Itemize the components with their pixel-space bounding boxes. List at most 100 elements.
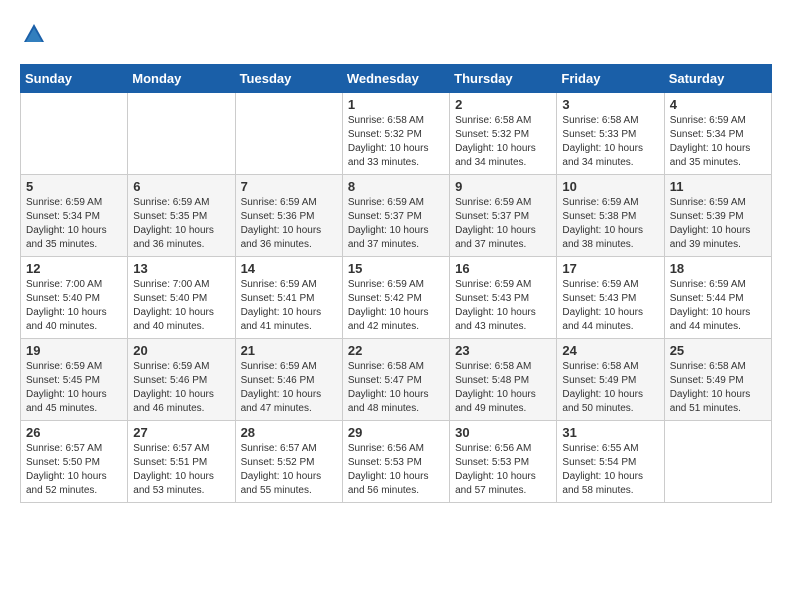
day-header-wednesday: Wednesday [342,65,449,93]
day-number: 10 [562,179,658,194]
calendar-week-1: 1 Sunrise: 6:58 AM Sunset: 5:32 PM Daylig… [21,93,772,175]
calendar-cell: 2 Sunrise: 6:58 AM Sunset: 5:32 PM Daylig… [450,93,557,175]
day-number: 15 [348,261,444,276]
calendar-cell: 18Sunrise: 6:59 AM Sunset: 5:44 PM Dayli… [664,257,771,339]
calendar-cell [235,93,342,175]
day-info: Sunrise: 6:59 AM Sunset: 5:44 PM Dayligh… [670,278,766,334]
day-info: Sunrise: 6:58 AM Sunset: 5:32 PM Dayligh… [455,114,551,170]
day-header-sunday: Sunday [21,65,128,93]
day-info: Sunrise: 6:59 AM Sunset: 5:46 PM Dayligh… [241,360,337,416]
day-info: Sunrise: 6:59 AM Sunset: 5:39 PM Dayligh… [670,196,766,252]
day-info: Sunrise: 6:58 AM Sunset: 5:49 PM Dayligh… [670,360,766,416]
calendar-cell: 25 Sunrise: 6:58 AM Sunset: 5:49 PM Dayli… [664,339,771,421]
calendar-week-4: 19 Sunrise: 6:59 AM Sunset: 5:45 PM Dayli… [21,339,772,421]
calendar-cell: 29 Sunrise: 6:56 AM Sunset: 5:53 PM Dayli… [342,421,449,503]
calendar-cell [128,93,235,175]
day-info: Sunrise: 6:58 AM Sunset: 5:47 PM Dayligh… [348,360,444,416]
day-info: Sunrise: 6:59 AM Sunset: 5:37 PM Dayligh… [455,196,551,252]
calendar-cell: 4 Sunrise: 6:59 AM Sunset: 5:34 PM Daylig… [664,93,771,175]
calendar-week-5: 26 Sunrise: 6:57 AM Sunset: 5:50 PM Dayli… [21,421,772,503]
day-number: 6 [133,179,229,194]
calendar-cell: 30Sunrise: 6:56 AM Sunset: 5:53 PM Dayli… [450,421,557,503]
day-info: Sunrise: 6:59 AM Sunset: 5:41 PM Dayligh… [241,278,337,334]
day-info: Sunrise: 6:59 AM Sunset: 5:42 PM Dayligh… [348,278,444,334]
day-header-thursday: Thursday [450,65,557,93]
day-info: Sunrise: 6:59 AM Sunset: 5:34 PM Dayligh… [670,114,766,170]
day-number: 20 [133,343,229,358]
day-number: 27 [133,425,229,440]
calendar-cell: 9 Sunrise: 6:59 AM Sunset: 5:37 PM Daylig… [450,175,557,257]
calendar-cell: 20 Sunrise: 6:59 AM Sunset: 5:46 PM Dayli… [128,339,235,421]
calendar-cell [21,93,128,175]
day-info: Sunrise: 6:59 AM Sunset: 5:34 PM Dayligh… [26,196,122,252]
day-number: 3 [562,97,658,112]
day-header-saturday: Saturday [664,65,771,93]
day-number: 7 [241,179,337,194]
calendar-cell: 10Sunrise: 6:59 AM Sunset: 5:38 PM Dayli… [557,175,664,257]
calendar-cell: 23 Sunrise: 6:58 AM Sunset: 5:48 PM Dayli… [450,339,557,421]
day-number: 23 [455,343,551,358]
day-header-friday: Friday [557,65,664,93]
calendar-cell: 14 Sunrise: 6:59 AM Sunset: 5:41 PM Dayli… [235,257,342,339]
calendar-cell: 31 Sunrise: 6:55 AM Sunset: 5:54 PM Dayli… [557,421,664,503]
calendar-cell: 28 Sunrise: 6:57 AM Sunset: 5:52 PM Dayli… [235,421,342,503]
day-number: 8 [348,179,444,194]
calendar-cell: 3Sunrise: 6:58 AM Sunset: 5:33 PM Daylig… [557,93,664,175]
day-info: Sunrise: 7:00 AM Sunset: 5:40 PM Dayligh… [26,278,122,334]
calendar-cell: 6 Sunrise: 6:59 AM Sunset: 5:35 PM Daylig… [128,175,235,257]
day-info: Sunrise: 6:58 AM Sunset: 5:32 PM Dayligh… [348,114,444,170]
day-number: 14 [241,261,337,276]
day-info: Sunrise: 6:59 AM Sunset: 5:43 PM Dayligh… [455,278,551,334]
day-header-monday: Monday [128,65,235,93]
day-info: Sunrise: 7:00 AM Sunset: 5:40 PM Dayligh… [133,278,229,334]
day-header-tuesday: Tuesday [235,65,342,93]
calendar-cell: 15 Sunrise: 6:59 AM Sunset: 5:42 PM Dayli… [342,257,449,339]
day-info: Sunrise: 6:56 AM Sunset: 5:53 PM Dayligh… [455,442,551,498]
calendar-cell: 12 Sunrise: 7:00 AM Sunset: 5:40 PM Dayli… [21,257,128,339]
day-info: Sunrise: 6:59 AM Sunset: 5:45 PM Dayligh… [26,360,122,416]
day-info: Sunrise: 6:59 AM Sunset: 5:35 PM Dayligh… [133,196,229,252]
day-number: 24 [562,343,658,358]
day-number: 29 [348,425,444,440]
day-number: 2 [455,97,551,112]
day-number: 26 [26,425,122,440]
day-number: 17 [562,261,658,276]
day-number: 4 [670,97,766,112]
calendar-cell: 13 Sunrise: 7:00 AM Sunset: 5:40 PM Dayli… [128,257,235,339]
logo-icon [20,20,48,48]
day-info: Sunrise: 6:59 AM Sunset: 5:37 PM Dayligh… [348,196,444,252]
calendar-header-row: SundayMondayTuesdayWednesdayThursdayFrid… [21,65,772,93]
page-header [20,20,772,48]
calendar-cell: 16 Sunrise: 6:59 AM Sunset: 5:43 PM Dayli… [450,257,557,339]
day-info: Sunrise: 6:59 AM Sunset: 5:36 PM Dayligh… [241,196,337,252]
day-number: 28 [241,425,337,440]
day-number: 31 [562,425,658,440]
day-info: Sunrise: 6:56 AM Sunset: 5:53 PM Dayligh… [348,442,444,498]
day-number: 13 [133,261,229,276]
calendar-cell: 1 Sunrise: 6:58 AM Sunset: 5:32 PM Daylig… [342,93,449,175]
day-number: 19 [26,343,122,358]
day-info: Sunrise: 6:57 AM Sunset: 5:51 PM Dayligh… [133,442,229,498]
calendar-cell: 26 Sunrise: 6:57 AM Sunset: 5:50 PM Dayli… [21,421,128,503]
day-number: 22 [348,343,444,358]
calendar-cell: 11Sunrise: 6:59 AM Sunset: 5:39 PM Dayli… [664,175,771,257]
day-info: Sunrise: 6:59 AM Sunset: 5:43 PM Dayligh… [562,278,658,334]
day-info: Sunrise: 6:57 AM Sunset: 5:50 PM Dayligh… [26,442,122,498]
day-info: Sunrise: 6:59 AM Sunset: 5:46 PM Dayligh… [133,360,229,416]
day-number: 1 [348,97,444,112]
day-number: 9 [455,179,551,194]
calendar-week-3: 12 Sunrise: 7:00 AM Sunset: 5:40 PM Dayli… [21,257,772,339]
day-number: 5 [26,179,122,194]
calendar-cell: 7 Sunrise: 6:59 AM Sunset: 5:36 PM Daylig… [235,175,342,257]
day-info: Sunrise: 6:55 AM Sunset: 5:54 PM Dayligh… [562,442,658,498]
day-number: 16 [455,261,551,276]
day-info: Sunrise: 6:58 AM Sunset: 5:48 PM Dayligh… [455,360,551,416]
day-number: 12 [26,261,122,276]
calendar-cell: 24Sunrise: 6:58 AM Sunset: 5:49 PM Dayli… [557,339,664,421]
calendar-cell [664,421,771,503]
calendar-cell: 19 Sunrise: 6:59 AM Sunset: 5:45 PM Dayli… [21,339,128,421]
calendar-cell: 17 Sunrise: 6:59 AM Sunset: 5:43 PM Dayli… [557,257,664,339]
day-info: Sunrise: 6:57 AM Sunset: 5:52 PM Dayligh… [241,442,337,498]
day-number: 25 [670,343,766,358]
logo [20,20,52,48]
